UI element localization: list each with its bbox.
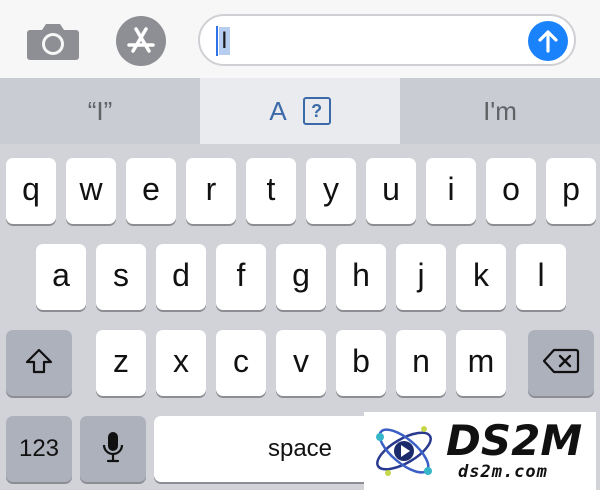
- key-p[interactable]: p: [546, 158, 596, 224]
- watermark-url: ds2m.com: [458, 462, 548, 482]
- camera-button[interactable]: [26, 14, 80, 68]
- key-a[interactable]: a: [36, 244, 86, 310]
- suggestion-label: A: [269, 95, 287, 126]
- unknown-glyph-badge: ?: [302, 97, 331, 125]
- key-i[interactable]: i: [426, 158, 476, 224]
- key-r[interactable]: r: [186, 158, 236, 224]
- key-n[interactable]: n: [396, 330, 446, 396]
- key-o[interactable]: o: [486, 158, 536, 224]
- suggestion-autocorrect[interactable]: A ?: [200, 78, 400, 144]
- key-x[interactable]: x: [156, 330, 206, 396]
- send-button[interactable]: [528, 21, 568, 61]
- suggestion-label: “I”: [87, 95, 113, 126]
- key-c[interactable]: c: [216, 330, 266, 396]
- key-q[interactable]: q: [6, 158, 56, 224]
- microphone-icon: [102, 432, 124, 463]
- key-m[interactable]: m: [456, 330, 506, 396]
- delete-icon: [542, 348, 580, 374]
- numbers-key[interactable]: 123: [6, 416, 72, 482]
- key-u[interactable]: u: [366, 158, 416, 224]
- dictation-key[interactable]: [80, 416, 146, 482]
- watermark-brand: DS2M: [446, 416, 583, 465]
- watermark: DS2M ds2m.com: [364, 412, 596, 490]
- message-input-bar: I: [0, 0, 600, 78]
- suggestion-im[interactable]: I'm: [400, 78, 600, 144]
- key-t[interactable]: t: [246, 158, 296, 224]
- key-y[interactable]: y: [306, 158, 356, 224]
- app-store-icon: [116, 16, 166, 66]
- shift-key[interactable]: [6, 330, 72, 396]
- message-field[interactable]: I: [198, 14, 576, 66]
- message-text: I: [219, 27, 230, 55]
- apps-button[interactable]: [114, 14, 168, 68]
- key-f[interactable]: f: [216, 244, 266, 310]
- shift-icon: [25, 348, 53, 374]
- key-z[interactable]: z: [96, 330, 146, 396]
- key-s[interactable]: s: [96, 244, 146, 310]
- delete-key[interactable]: [528, 330, 594, 396]
- key-k[interactable]: k: [456, 244, 506, 310]
- text-cursor: [216, 26, 218, 56]
- key-l[interactable]: l: [516, 244, 566, 310]
- suggestion-label: I'm: [483, 95, 517, 126]
- key-g[interactable]: g: [276, 244, 326, 310]
- key-w[interactable]: w: [66, 158, 116, 224]
- key-b[interactable]: b: [336, 330, 386, 396]
- key-d[interactable]: d: [156, 244, 206, 310]
- predictive-bar: “I” A ? I'm: [0, 78, 600, 144]
- key-j[interactable]: j: [396, 244, 446, 310]
- arrow-up-icon: [538, 30, 558, 53]
- key-h[interactable]: h: [336, 244, 386, 310]
- key-e[interactable]: e: [126, 158, 176, 224]
- suggestion-quoted[interactable]: “I”: [0, 78, 200, 144]
- camera-icon: [27, 24, 79, 60]
- ds2m-logo: [376, 426, 432, 476]
- key-v[interactable]: v: [276, 330, 326, 396]
